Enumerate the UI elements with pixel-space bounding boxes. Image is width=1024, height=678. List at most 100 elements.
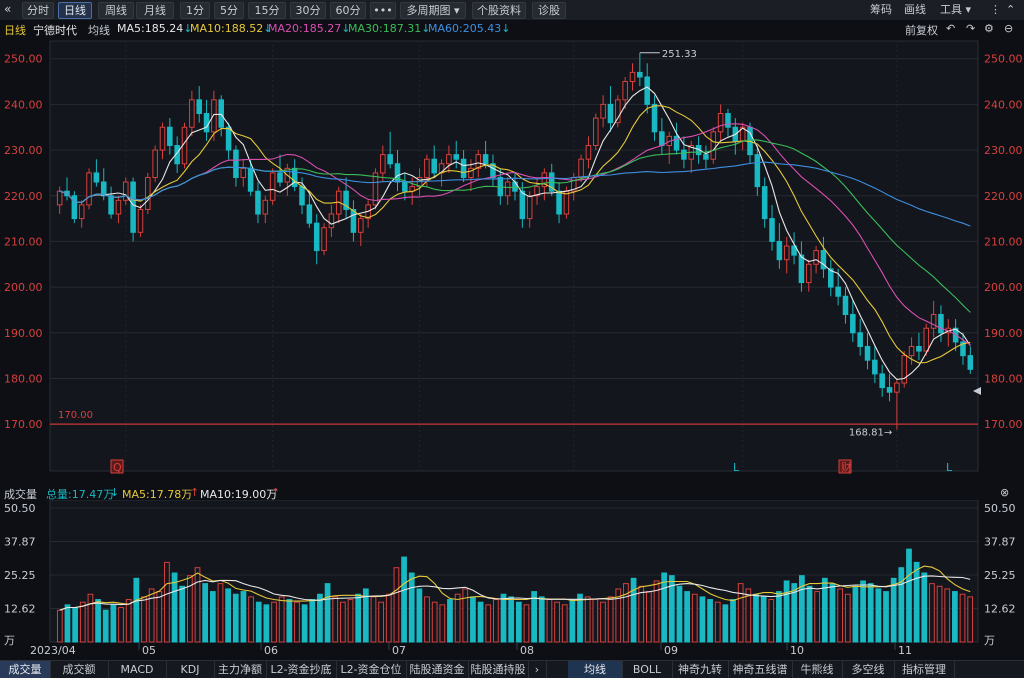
overlay-tab-6[interactable]: 指标管理 (894, 661, 955, 678)
candle-body (350, 208, 357, 233)
candle-body (908, 346, 915, 357)
x-tick-label: 08 (520, 644, 534, 657)
volume-y-tick-right: 37.87 (984, 536, 1016, 549)
redo-icon[interactable]: ↷ (966, 22, 975, 35)
volume-bar (967, 596, 974, 643)
undo-icon[interactable]: ↶ (946, 22, 955, 35)
candle-body (460, 158, 467, 178)
double-chevron-left-icon[interactable]: « (4, 2, 11, 17)
indicator-tab-8[interactable]: 陆股通持股 (468, 661, 529, 678)
candle (615, 95, 621, 128)
period-button-0[interactable]: 分时 (22, 2, 54, 19)
minimize-icon[interactable]: ⊖ (1004, 22, 1013, 35)
period-button-6[interactable]: 15分 (248, 2, 286, 19)
ma-mode-label[interactable]: 均线 (88, 22, 110, 38)
volume-bar (890, 577, 897, 643)
overlay-tab-0[interactable]: 均线 (568, 661, 623, 678)
volume-bar (95, 599, 101, 643)
volume-bar (837, 588, 843, 643)
more-dots-icon[interactable]: ⋮ (990, 2, 1001, 17)
chip-button[interactable]: 筹码 (870, 2, 892, 17)
volume-bar (753, 593, 759, 643)
volume-bar (278, 596, 285, 643)
indicator-tab-0[interactable]: 成交量 (0, 661, 51, 678)
chevron-right-icon[interactable]: › (528, 661, 547, 678)
y-tick-right: 230.00 (984, 144, 1023, 157)
candle (86, 168, 92, 210)
candle-body (798, 254, 805, 284)
overlay-tab-5[interactable]: 多空线 (842, 661, 895, 678)
volume-bar (332, 596, 339, 643)
candle-body (894, 382, 900, 393)
volume-bar (600, 601, 606, 643)
volume-bar (439, 604, 446, 643)
overlay-tab-2[interactable]: 神奇九转 (672, 661, 729, 678)
candle (122, 177, 129, 205)
gear-icon[interactable]: ⚙ (984, 22, 994, 35)
candle-body (115, 199, 122, 215)
period-button-3[interactable]: 月线 (136, 2, 174, 19)
period-button-4[interactable]: 1分 (180, 2, 210, 19)
event-marker[interactable]: Q (113, 461, 122, 474)
indicator-tab-7[interactable]: 陆股通资金 (406, 661, 469, 678)
period-button-8[interactable]: 60分 (330, 2, 366, 19)
indicator-tab-6[interactable]: L2-资金仓位 (336, 661, 407, 678)
indicator-tab-3[interactable]: KDJ (166, 661, 215, 678)
event-marker[interactable]: L (733, 461, 740, 474)
event-marker[interactable]: L (946, 461, 953, 474)
x-tick-label: 11 (898, 644, 912, 657)
volume-bar (936, 585, 943, 643)
candlestick-chart[interactable]: 250.00 250.00 240.00 240.00 230.00 230.00 220.… (0, 37, 1024, 477)
volume-bar (745, 588, 752, 643)
event-marker[interactable]: 财 (841, 460, 852, 474)
volume-bar (56, 609, 63, 643)
candle-body (813, 250, 819, 265)
indicator-tab-4[interactable]: 主力净额 (214, 661, 267, 678)
multi-period-button[interactable]: 多周期图 ▾ (400, 2, 466, 19)
overlay-tab-1[interactable]: BOLL (622, 661, 673, 678)
ma20-value: MA20:185.27 (268, 22, 342, 35)
candle-body (269, 172, 276, 201)
period-button-7[interactable]: 30分 (290, 2, 326, 19)
volume-bar (202, 583, 209, 643)
candle-body (504, 181, 511, 197)
overlay-tab-3[interactable]: 神奇五线谱 (728, 661, 793, 678)
ma10-value: MA10:188.52 (190, 22, 264, 35)
candle-body (424, 158, 430, 178)
draw-line-button[interactable]: 画线 (904, 2, 926, 17)
candle-body (556, 190, 562, 215)
volume-bar (883, 591, 889, 643)
candle-body (637, 71, 643, 78)
indicator-tab-2[interactable]: MACD (108, 661, 167, 678)
close-icon[interactable]: ⊗ (1000, 486, 1009, 499)
overlay-tab-4[interactable]: 牛熊线 (792, 661, 843, 678)
indicator-tab-5[interactable]: L2-资金抄底 (266, 661, 337, 678)
candle-body (659, 131, 665, 147)
candle (137, 204, 144, 237)
period-button-2[interactable]: 周线 (98, 2, 134, 19)
volume-chart[interactable]: 50.50 50.50 37.87 37.87 25.25 25.25 12.62 12.62… (0, 500, 1024, 660)
candle-body (857, 332, 863, 347)
candle-body (879, 373, 885, 389)
stock-info-button[interactable]: 个股资料 (472, 2, 526, 19)
candle-body (211, 99, 217, 133)
indicator-tab-1[interactable]: 成交额 (50, 661, 109, 678)
volume-bar (538, 596, 545, 643)
adjust-mode[interactable]: 前复权 (905, 22, 938, 38)
chevron-up-icon[interactable]: ⌃ (1006, 2, 1015, 17)
volume-bar (546, 599, 553, 643)
arrow-down-icon: ↓ (501, 22, 511, 35)
period-button-1[interactable]: 日线 (58, 2, 92, 19)
volume-bar (217, 583, 224, 643)
volume-bar (913, 561, 920, 643)
candle-body (644, 76, 650, 105)
volume-bar (408, 572, 415, 643)
volume-bar (844, 593, 851, 643)
diagnose-button[interactable]: 诊股 (532, 2, 566, 19)
more-button[interactable]: ••• (370, 2, 396, 19)
period-button-5[interactable]: 5分 (214, 2, 244, 19)
candle-body (725, 113, 731, 128)
tools-button[interactable]: 工具 ▾ (940, 2, 971, 17)
candle-body (402, 181, 408, 192)
y-tick-left: 170.00 (4, 418, 43, 431)
